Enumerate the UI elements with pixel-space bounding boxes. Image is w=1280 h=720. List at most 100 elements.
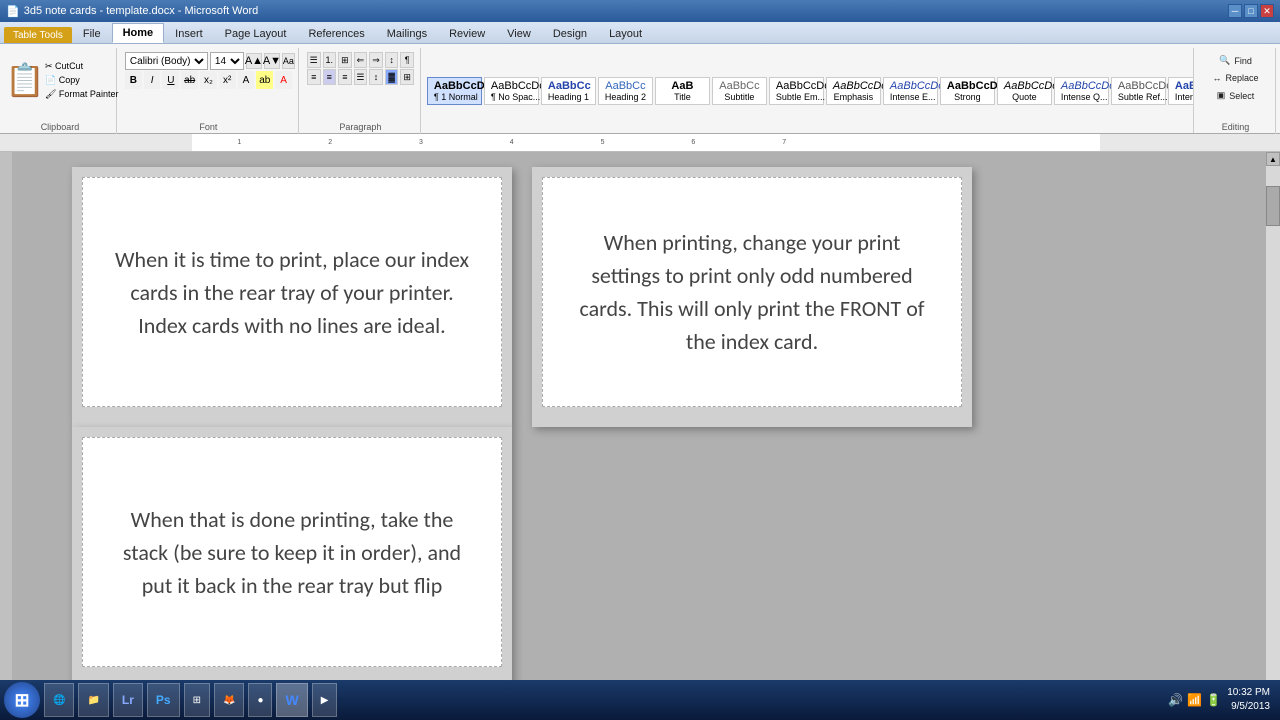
tab-layout[interactable]: Layout bbox=[598, 24, 653, 43]
start-button[interactable]: ⊞ bbox=[4, 682, 40, 718]
underline-button[interactable]: U bbox=[162, 71, 179, 89]
card-1-container: When it is time to print, place our inde… bbox=[72, 167, 512, 427]
taskbar-files[interactable]: 📁 bbox=[78, 683, 108, 717]
title-bar-controls[interactable]: ─ □ ✕ bbox=[1228, 4, 1274, 18]
shading-button[interactable]: ▓ bbox=[385, 69, 399, 85]
taskbar-firefox[interactable]: 🦊 bbox=[214, 683, 244, 717]
style-no-spacing[interactable]: AaBbCcDc ¶ No Spac... bbox=[484, 77, 539, 105]
style-subtitle[interactable]: AaBbCc Subtitle bbox=[712, 77, 767, 105]
taskbar-ps[interactable]: Ps bbox=[147, 683, 180, 717]
line-spacing-button[interactable]: ↕ bbox=[369, 69, 383, 85]
select-button[interactable]: ▣Select bbox=[1202, 87, 1269, 104]
highlight-button[interactable]: ab bbox=[256, 71, 273, 89]
tab-references[interactable]: References bbox=[297, 24, 375, 43]
style-title[interactable]: AaB Title bbox=[655, 77, 710, 105]
decrease-indent-button[interactable]: ⇐ bbox=[354, 52, 368, 68]
borders-button[interactable]: ⊞ bbox=[400, 69, 414, 85]
tab-design[interactable]: Design bbox=[542, 24, 598, 43]
grow-font-button[interactable]: A▲ bbox=[246, 53, 262, 69]
editing-group: 🔍Find ↔Replace ▣Select Editing bbox=[1196, 48, 1276, 134]
style-heading2[interactable]: AaBbCc Heading 2 bbox=[598, 77, 653, 105]
bullets-button[interactable]: ☰ bbox=[307, 52, 321, 68]
taskbar-word[interactable]: W bbox=[276, 683, 307, 717]
styles-group: AaBbCcDc ¶ 1 Normal AaBbCcDc ¶ No Spac..… bbox=[423, 48, 1194, 133]
title-bar-left: 📄 3d5 note cards - template.docx - Micro… bbox=[6, 5, 258, 18]
card-1-text: When it is time to print, place our inde… bbox=[113, 243, 471, 342]
tab-mailings[interactable]: Mailings bbox=[376, 24, 438, 43]
taskbar-windows[interactable]: ⊞ bbox=[184, 683, 210, 717]
tab-review[interactable]: Review bbox=[438, 24, 496, 43]
close-button[interactable]: ✕ bbox=[1260, 4, 1274, 18]
card-2-inner[interactable]: When printing, change your print setting… bbox=[542, 177, 962, 407]
taskbar-chrome[interactable]: ● bbox=[248, 683, 272, 717]
app-icon: 📄 bbox=[6, 5, 20, 18]
tab-home[interactable]: Home bbox=[112, 23, 165, 43]
italic-button[interactable]: I bbox=[144, 71, 161, 89]
copy-button[interactable]: 📄 Copy bbox=[42, 74, 121, 87]
scroll-up-button[interactable]: ▲ bbox=[1266, 152, 1280, 166]
list-row: ☰ 1. ⊞ ⇐ ⇒ ↕ ¶ bbox=[307, 52, 414, 68]
restore-button[interactable]: □ bbox=[1244, 4, 1258, 18]
ribbon: 📋 ✂ CutCut 📄 Copy 🖌 Format Painter Clipb… bbox=[0, 44, 1280, 134]
minimize-button[interactable]: ─ bbox=[1228, 4, 1242, 18]
taskbar-vlc[interactable]: ▶ bbox=[312, 683, 338, 717]
style-emphasis[interactable]: AaBbCcDc Emphasis bbox=[826, 77, 881, 105]
style-subtle-ref[interactable]: AaBbCcDc Subtle Ref... bbox=[1111, 77, 1166, 105]
system-clock: 10:32 PM 9/5/2013 bbox=[1227, 686, 1270, 714]
system-tray: 🔊 📶 🔋 bbox=[1168, 693, 1221, 707]
style-heading1[interactable]: AaBbCc Heading 1 bbox=[541, 77, 596, 105]
ruler-inner: 1 2 3 4 5 6 7 bbox=[192, 134, 1100, 151]
superscript-button[interactable]: x² bbox=[219, 71, 236, 89]
align-center-button[interactable]: ≡ bbox=[323, 69, 337, 85]
align-right-button[interactable]: ≡ bbox=[338, 69, 352, 85]
numbering-button[interactable]: 1. bbox=[323, 52, 337, 68]
style-normal[interactable]: AaBbCcDc ¶ 1 Normal bbox=[427, 77, 482, 105]
style-intense-em[interactable]: AaBbCcDc Intense E... bbox=[883, 77, 938, 105]
card-1-inner[interactable]: When it is time to print, place our inde… bbox=[82, 177, 502, 407]
tab-page-layout[interactable]: Page Layout bbox=[214, 24, 298, 43]
justify-button[interactable]: ☰ bbox=[354, 69, 368, 85]
card-row-1: When it is time to print, place our inde… bbox=[72, 167, 1206, 427]
style-quote[interactable]: AaBbCcDc Quote bbox=[997, 77, 1052, 105]
left-sidebar bbox=[0, 152, 12, 700]
multilevel-list-button[interactable]: ⊞ bbox=[338, 52, 352, 68]
style-intense-ref[interactable]: AaBbCcDc Intense R... bbox=[1168, 77, 1194, 105]
font-size-select[interactable]: 10 11 12 14 18 24 bbox=[210, 52, 244, 70]
show-formatting-button[interactable]: ¶ bbox=[400, 52, 414, 68]
style-strong[interactable]: AaBbCcDc Strong bbox=[940, 77, 995, 105]
clipboard-group: 📋 ✂ CutCut 📄 Copy 🖌 Format Painter Clipb… bbox=[4, 48, 117, 134]
align-left-button[interactable]: ≡ bbox=[307, 69, 321, 85]
tray-icon-3: 🔋 bbox=[1206, 693, 1221, 707]
scroll-thumb[interactable] bbox=[1266, 186, 1280, 226]
tab-insert[interactable]: Insert bbox=[164, 24, 214, 43]
taskbar-ie[interactable]: 🌐 bbox=[44, 683, 74, 717]
shrink-font-button[interactable]: A▼ bbox=[264, 53, 280, 69]
clear-format-button[interactable]: Aa bbox=[282, 53, 295, 69]
tab-view[interactable]: View bbox=[496, 24, 542, 43]
right-scrollbar[interactable]: ▲ ▼ bbox=[1266, 152, 1280, 700]
bold-button[interactable]: B bbox=[125, 71, 142, 89]
increase-indent-button[interactable]: ⇒ bbox=[369, 52, 383, 68]
text-effect-button[interactable]: A bbox=[238, 71, 255, 89]
clipboard-label: Clipboard bbox=[10, 122, 110, 132]
style-subtle-em[interactable]: AaBbCcDc Subtle Em... bbox=[769, 77, 824, 105]
replace-button[interactable]: ↔Replace bbox=[1202, 70, 1269, 86]
font-name-select[interactable]: Calibri (Body) bbox=[125, 52, 208, 70]
style-intense-quote[interactable]: AaBbCcDc Intense Q... bbox=[1054, 77, 1109, 105]
card-3-inner[interactable]: When that is done printing, take the sta… bbox=[82, 437, 502, 667]
taskbar-lr[interactable]: Lr bbox=[113, 683, 143, 717]
ribbon-tab-bar: Table Tools File Home Insert Page Layout… bbox=[0, 22, 1280, 44]
cut-button[interactable]: ✂ CutCut bbox=[42, 60, 121, 73]
font-label: Font bbox=[125, 122, 292, 132]
tab-file[interactable]: File bbox=[72, 24, 112, 43]
find-button[interactable]: 🔍Find bbox=[1202, 52, 1269, 69]
format-painter-button[interactable]: 🖌 Format Painter bbox=[42, 88, 121, 101]
sort-button[interactable]: ↕ bbox=[385, 52, 399, 68]
align-row: ≡ ≡ ≡ ☰ ↕ ▓ ⊞ bbox=[307, 69, 414, 85]
font-color-button[interactable]: A bbox=[275, 71, 292, 89]
document-area[interactable]: When it is time to print, place our inde… bbox=[12, 152, 1266, 700]
subscript-button[interactable]: x₂ bbox=[200, 71, 217, 89]
strikethrough-button[interactable]: ab bbox=[181, 71, 198, 89]
clipboard-secondary: ✂ CutCut 📄 Copy 🖌 Format Painter bbox=[42, 60, 121, 101]
paste-button[interactable]: 📋 bbox=[10, 52, 40, 108]
